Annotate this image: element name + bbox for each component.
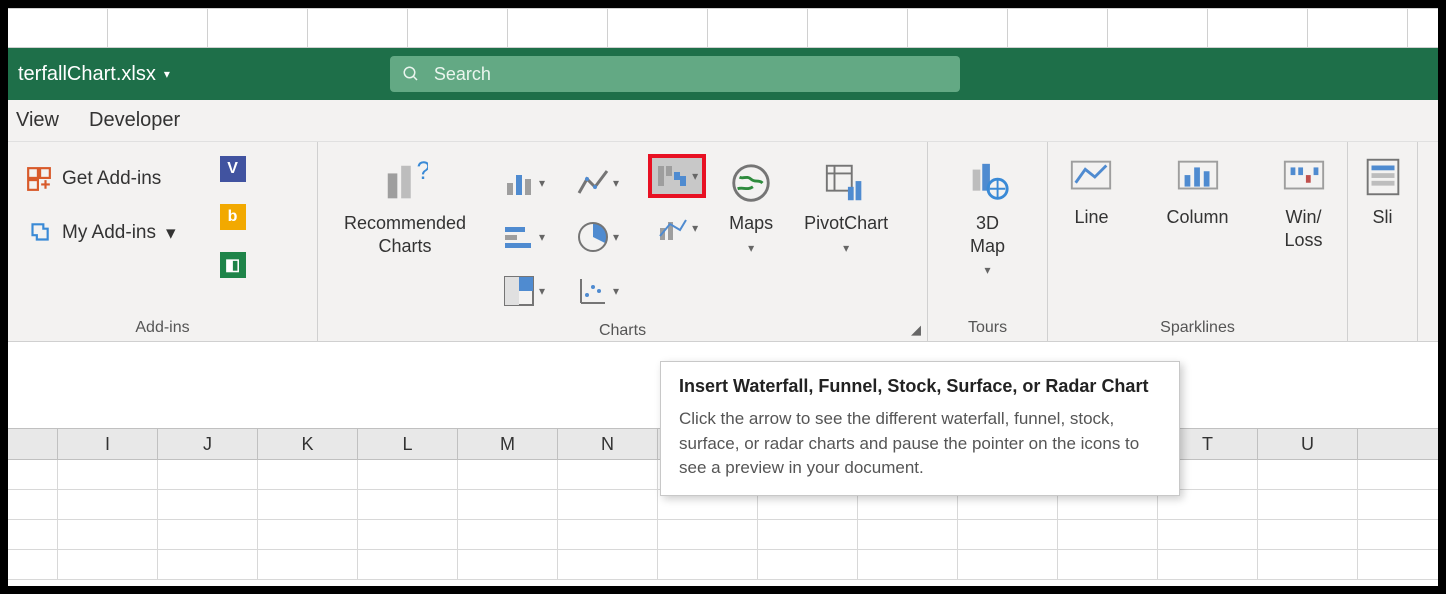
combo-chart-button[interactable]: ▾ [648,212,706,244]
pie-chart-icon [577,221,609,253]
tab-developer[interactable]: Developer [89,109,180,132]
combo-chart-icon [656,212,688,244]
pivotchart-label: PivotChart [804,212,888,235]
sparkline-line-button[interactable]: Line [1060,150,1122,233]
column-chart-button[interactable]: ▾ [488,156,560,210]
chevron-down-icon: ▾ [539,284,545,298]
filename-dropdown[interactable]: terfallChart.xlsx ▾ [18,63,170,86]
treemap-chart-button[interactable]: ▾ [488,264,560,318]
addins-icon [26,220,52,246]
maps-label: Maps [729,212,773,235]
3d-map-label: 3D Map [970,212,1005,257]
sparkline-winloss-label: Win/ Loss [1285,206,1323,251]
grid-peek-top [8,8,1438,48]
chevron-down-icon: ▾ [843,241,849,256]
people-graph-addin-icon[interactable]: ◧ [220,252,246,278]
sparkline-winloss-button[interactable]: Win/ Loss [1273,150,1335,255]
svg-text:?: ? [417,160,429,185]
search-icon [402,65,420,83]
my-addins-label: My Add-ins [62,222,156,244]
group-label-charts-text: Charts [599,322,646,339]
col-hdr-I[interactable]: I [58,429,158,459]
group-addins: Get Add-ins My Add-ins ▾ V b ◧ Add-ins [8,142,318,341]
maps-icon [728,160,774,206]
tooltip-body: Click the arrow to see the different wat… [679,407,1161,481]
my-addins-button[interactable]: My Add-ins ▾ [26,220,176,246]
chevron-down-icon: ▾ [613,176,619,190]
waterfall-chart-icon [656,160,688,192]
slicer-icon [1360,154,1406,200]
chevron-down-icon: ▾ [166,222,176,245]
chevron-down-icon: ▾ [539,176,545,190]
slicer-label: Sli [1372,206,1392,229]
chart-type-grid: ▾ ▾ ▾ ▾ ▾ [488,156,634,318]
group-label-tours: Tours [946,315,1029,337]
title-bar: terfallChart.xlsx ▾ Search [8,48,1438,100]
waterfall-chart-button[interactable]: ▾ [648,154,706,198]
chevron-down-icon: ▾ [613,230,619,244]
sparkline-column-label: Column [1166,206,1228,229]
slicer-button[interactable]: Sli [1352,150,1414,233]
col-hdr-J[interactable]: J [158,429,258,459]
excel-window: terfallChart.xlsx ▾ Search View Develope… [8,8,1438,586]
tooltip-title: Insert Waterfall, Funnel, Stock, Surface… [679,376,1161,397]
col-hdr-M[interactable]: M [458,429,558,459]
group-tours: 3D Map ▾ Tours [928,142,1048,341]
recommended-charts-button[interactable]: ? Recommended Charts [336,156,474,261]
bing-addin-icon[interactable]: b [220,204,246,230]
sparkline-column-button[interactable]: Column [1158,150,1236,233]
group-label-addins: Add-ins [26,315,299,337]
chevron-down-icon: ▾ [748,241,754,256]
pivotchart-icon [823,160,869,206]
sparkline-line-icon [1068,154,1114,200]
group-label-charts: Charts ◢ [336,318,909,340]
recommended-charts-label: Recommended Charts [344,212,466,257]
line-chart-button[interactable]: ▾ [562,156,634,210]
store-icon [26,166,52,192]
ribbon: Get Add-ins My Add-ins ▾ V b ◧ Add-ins [8,142,1438,342]
sparkline-winloss-icon [1281,154,1327,200]
group-charts: ? Recommended Charts ▾ ▾ [318,142,928,341]
sparkline-column-icon [1175,154,1221,200]
ribbon-tabs: View Developer [8,100,1438,142]
group-label-filters [1366,333,1399,337]
chevron-down-icon: ▾ [539,230,545,244]
get-addins-button[interactable]: Get Add-ins [26,166,176,192]
chevron-down-icon: ▾ [164,67,170,81]
3d-map-button[interactable]: 3D Map ▾ [957,156,1019,282]
tooltip-waterfall-chart: Insert Waterfall, Funnel, Stock, Surface… [660,361,1180,496]
pivotchart-button[interactable]: PivotChart ▾ [796,156,896,260]
column-chart-icon [503,167,535,199]
treemap-chart-icon [503,275,535,307]
filename-text: terfallChart.xlsx [18,63,156,86]
scatter-chart-button[interactable]: ▾ [562,264,634,318]
col-hdr-corner[interactable] [8,429,58,459]
recommended-charts-icon: ? [382,160,428,206]
maps-button[interactable]: Maps ▾ [720,156,782,260]
scatter-chart-icon [577,275,609,307]
get-addins-label: Get Add-ins [62,168,161,190]
3d-map-icon [965,160,1011,206]
bar-chart-icon [503,221,535,253]
group-label-sparklines: Sparklines [1066,315,1329,337]
dialog-launcher-icon[interactable]: ◢ [911,322,921,338]
chevron-down-icon: ▾ [613,284,619,298]
search-box[interactable]: Search [390,56,960,92]
col-hdr-L[interactable]: L [358,429,458,459]
bar-chart-button[interactable]: ▾ [488,210,560,264]
pie-chart-button[interactable]: ▾ [562,210,634,264]
line-chart-icon [577,167,609,199]
search-placeholder: Search [434,64,491,85]
col-hdr-N[interactable]: N [558,429,658,459]
visio-addin-icon[interactable]: V [220,156,246,182]
chevron-down-icon: ▾ [692,221,698,235]
col-hdr-K[interactable]: K [258,429,358,459]
col-hdr-U[interactable]: U [1258,429,1358,459]
chevron-down-icon: ▾ [984,263,990,278]
tab-view[interactable]: View [16,109,59,132]
chevron-down-icon: ▾ [692,169,698,183]
group-filters: Sli [1348,142,1418,341]
sparkline-line-label: Line [1074,206,1108,229]
group-sparklines: Line Column Win/ Loss Sparklines [1048,142,1348,341]
